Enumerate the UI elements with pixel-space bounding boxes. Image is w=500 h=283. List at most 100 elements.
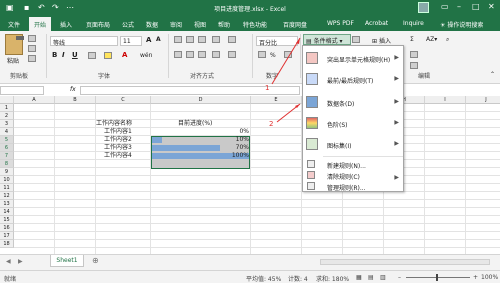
next-sheet-icon[interactable]: ▶ [18, 258, 23, 265]
tab-data[interactable]: 数据 [146, 20, 158, 29]
menu-item-manage-rules[interactable]: 管理规则(R)... [303, 180, 403, 192]
row-header[interactable]: 6 [0, 144, 14, 152]
wrap-text-icon[interactable] [228, 36, 236, 43]
header-progress[interactable]: 目前进度(%) [178, 120, 212, 128]
row-header[interactable]: 13 [0, 200, 14, 208]
format-painter-icon[interactable] [28, 55, 36, 62]
column-header[interactable]: B [55, 96, 96, 104]
menu-item-data-bars[interactable]: 数据条(D) ▶ [303, 93, 403, 111]
tab-review[interactable]: 审阅 [170, 20, 182, 29]
format-as-table-icon[interactable] [352, 36, 360, 43]
user-avatar[interactable] [418, 2, 429, 13]
column-header[interactable]: I [425, 96, 466, 104]
font-color-icon[interactable]: A [122, 51, 127, 59]
row-header[interactable]: 17 [0, 232, 14, 240]
number-format-select[interactable]: 百分比 [256, 36, 298, 47]
phonetic-icon[interactable]: wén [140, 52, 152, 59]
horizontal-scrollbar[interactable] [320, 259, 490, 265]
align-right-icon[interactable] [198, 51, 206, 58]
progress-cell[interactable]: 0% [151, 128, 249, 136]
bold-button[interactable]: B [52, 51, 57, 59]
add-sheet-icon[interactable]: ⊕ [92, 256, 99, 265]
currency-icon[interactable] [258, 51, 266, 58]
percent-icon[interactable]: % [270, 52, 276, 59]
row-header[interactable]: 5 [0, 136, 14, 144]
column-header[interactable]: A [14, 96, 55, 104]
comma-style-icon[interactable] [284, 51, 292, 58]
name-box[interactable] [0, 86, 44, 95]
task-name-cell[interactable]: 工作内容3 [104, 144, 132, 152]
tab-home[interactable]: 开始 [29, 17, 52, 31]
close-icon[interactable]: ✕ [488, 2, 495, 11]
column-header[interactable]: C [96, 96, 151, 104]
row-header[interactable]: 18 [0, 240, 14, 248]
insert-cells-button[interactable]: ⊞ 插入 [372, 36, 391, 45]
tab-wps-pdf[interactable]: WPS PDF [327, 20, 354, 27]
clear-icon[interactable] [410, 62, 418, 69]
tab-file[interactable]: 文件 [8, 20, 20, 29]
header-task-name[interactable]: 工作内容名称 [96, 120, 132, 128]
tab-page-layout[interactable]: 页面布局 [86, 20, 110, 29]
task-name-cell[interactable]: 工作内容1 [104, 128, 132, 136]
conditional-formatting-button[interactable]: ▤ 条件格式 ▾ [303, 34, 351, 45]
fill-icon[interactable] [410, 51, 418, 58]
progress-cell[interactable]: 70% [151, 144, 249, 152]
normal-view-icon[interactable]: ▦ [356, 274, 362, 281]
find-select-icon[interactable]: ⌕ [446, 36, 449, 44]
column-header[interactable]: E [251, 96, 302, 104]
row-header[interactable]: 16 [0, 224, 14, 232]
task-name-cell[interactable]: 工作内容4 [104, 152, 132, 160]
italic-button[interactable]: I [62, 51, 65, 59]
sheet-tab[interactable]: Sheet1 [50, 255, 84, 267]
row-header[interactable]: 8 [0, 160, 14, 168]
row-header[interactable]: 3 [0, 120, 14, 128]
sort-filter-icon[interactable]: AZ▾ [426, 36, 437, 43]
merge-center-icon[interactable] [228, 51, 236, 58]
tab-help[interactable]: 帮助 [218, 20, 230, 29]
zoom-level[interactable]: 100% [481, 274, 498, 281]
progress-cell[interactable]: 10% [151, 136, 249, 144]
row-header[interactable]: 15 [0, 216, 14, 224]
tab-baidu[interactable]: 百度网盘 [283, 20, 307, 29]
row-header[interactable]: 10 [0, 176, 14, 184]
zoom-slider-thumb[interactable] [436, 274, 438, 281]
search-tell-me[interactable]: ☀ 操作说明搜索 [440, 20, 483, 29]
underline-button[interactable]: U [72, 51, 78, 59]
orientation-icon[interactable] [212, 36, 220, 43]
align-left-icon[interactable] [174, 51, 182, 58]
fx-icon[interactable]: fx [70, 86, 76, 93]
row-header[interactable]: 14 [0, 208, 14, 216]
tab-formulas[interactable]: 公式 [122, 20, 134, 29]
worksheet-grid[interactable]: ABCDEFGHIJK 123456789101112131415161718 … [0, 96, 500, 254]
menu-item-icon-sets[interactable]: 图标集(I) ▶ [303, 135, 403, 153]
prev-sheet-icon[interactable]: ◀ [6, 258, 11, 265]
shrink-font-icon[interactable]: A [156, 36, 161, 43]
font-size-select[interactable]: 11 [120, 36, 142, 46]
row-header[interactable]: 9 [0, 168, 14, 176]
tab-insert[interactable]: 插入 [60, 20, 72, 29]
font-name-select[interactable]: 等线 [50, 36, 118, 47]
zoom-out-icon[interactable]: – [398, 274, 401, 281]
page-layout-view-icon[interactable]: ▤ [368, 274, 374, 281]
maximize-icon[interactable]: □ [472, 2, 480, 11]
autosum-icon[interactable]: Σ [410, 36, 414, 43]
column-header[interactable]: D [151, 96, 251, 104]
menu-item-color-scales[interactable]: 色阶(S) ▶ [303, 114, 403, 132]
menu-item-top-bottom[interactable]: 最前/最后规则(T) ▶ [303, 70, 403, 88]
indent-icon[interactable] [212, 51, 220, 58]
tab-special[interactable]: 特色功能 [243, 20, 267, 29]
fill-color-icon[interactable] [104, 52, 112, 59]
row-header[interactable]: 1 [0, 104, 14, 112]
tab-acrobat[interactable]: Acrobat [365, 20, 388, 27]
ribbon-display-icon[interactable]: ▭ [441, 2, 449, 11]
column-header[interactable]: J [466, 96, 500, 104]
cut-icon[interactable] [28, 35, 36, 42]
align-center-icon[interactable] [186, 51, 194, 58]
select-all-corner[interactable] [0, 96, 14, 104]
menu-item-highlight-cells[interactable]: 突出显示单元格规则(H) ▶ [303, 49, 403, 67]
align-bottom-icon[interactable] [198, 36, 206, 43]
tab-view[interactable]: 视图 [194, 20, 206, 29]
copy-icon[interactable] [28, 45, 36, 52]
page-break-view-icon[interactable]: ▥ [380, 274, 386, 281]
minimize-icon[interactable]: – [457, 2, 461, 11]
